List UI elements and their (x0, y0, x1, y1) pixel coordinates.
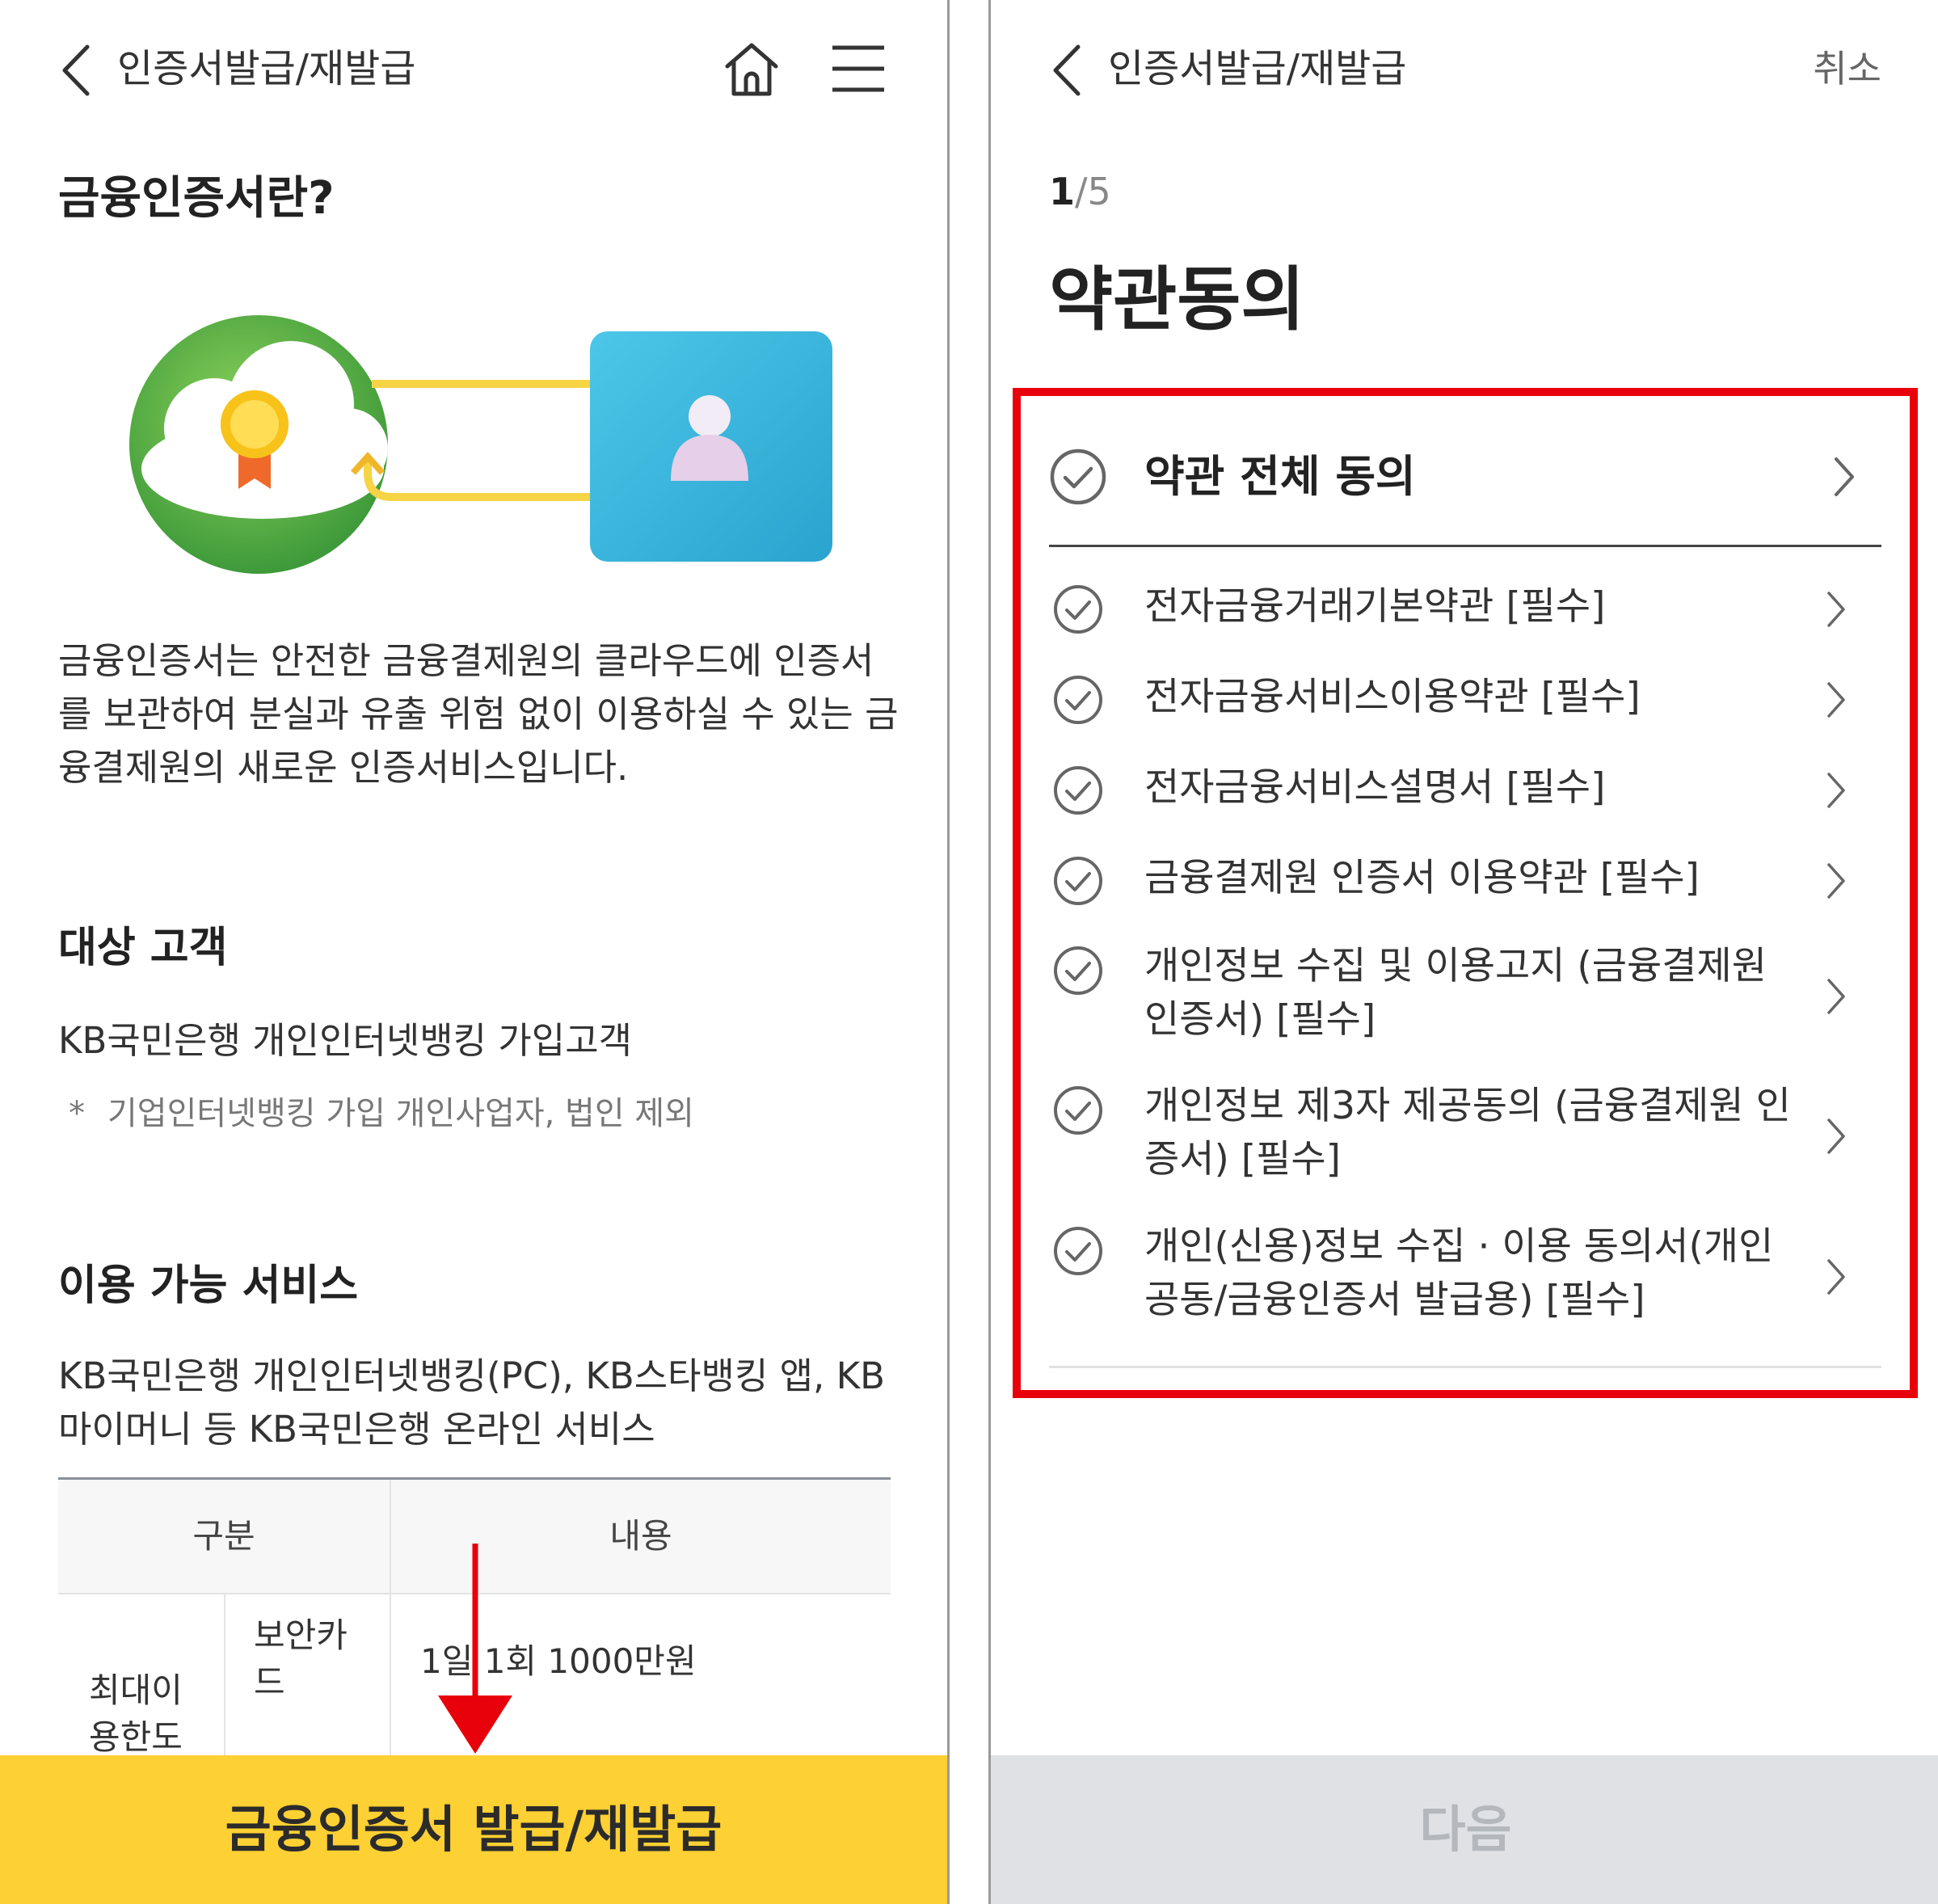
agree-all-row[interactable]: 약관 전체 동의 (1049, 443, 1881, 548)
next-button[interactable]: 다음 (991, 1755, 1938, 1904)
table-header-category: 구분 (192, 1516, 255, 1556)
back-icon[interactable] (1047, 42, 1088, 99)
chevron-right-icon[interactable] (1825, 771, 1847, 810)
asterisk-mark: * (69, 1095, 85, 1132)
check-circle-icon[interactable] (1052, 945, 1104, 996)
chevron-right-icon[interactable] (1825, 680, 1847, 719)
terms-end-divider (1049, 1366, 1881, 1368)
chevron-right-icon[interactable] (1825, 977, 1847, 1016)
header-title: 인증서발급/재발급 (117, 46, 416, 91)
chevron-right-icon[interactable] (1825, 1117, 1847, 1156)
step-total: 5 (1087, 170, 1111, 213)
check-circle-icon[interactable] (1049, 448, 1107, 506)
page-title: 금융인증서란? (58, 172, 335, 225)
services-heading: 이용 가능 서비스 (58, 1262, 359, 1310)
table-row-sub: 보안카드 (254, 1615, 348, 1702)
header-title: 인증서발급/재발급 (1108, 46, 1407, 91)
term-label: 개인정보 수집 및 이용고지 (금융결제원 인증서) [필수] (1144, 944, 1767, 1042)
table-divider (224, 1594, 225, 1756)
agree-all-label: 약관 전체 동의 (1144, 451, 1416, 502)
issue-certificate-button[interactable]: 금융인증서 발급/재발급 (0, 1755, 947, 1904)
target-note-text: 기업인터넷뱅킹 가입 개인사업자, 법인 제외 (107, 1095, 694, 1132)
target-text: KB국민은행 개인인터넷뱅킹 가입고객 (58, 1019, 632, 1062)
target-note: * 기업인터넷뱅킹 가입 개인사업자, 법인 제외 (69, 1087, 694, 1134)
check-circle-icon[interactable] (1052, 1085, 1104, 1136)
top-bar: 인증서발급/재발급 (0, 0, 947, 137)
step-separator: / (1075, 170, 1088, 213)
left-screen: 인증서발급/재발급 금융인증서란? 금융인증서는 안전한 금융결제원의 클라우드… (0, 0, 950, 1904)
chevron-right-icon[interactable] (1825, 861, 1847, 900)
check-circle-icon[interactable] (1052, 1225, 1104, 1277)
down-arrow-annotation (438, 1544, 512, 1754)
term-item[interactable]: 개인정보 제3자 제공동의 (금융결제원 인증서) [필수] (1049, 1080, 1881, 1193)
services-text: KB국민은행 개인인터넷뱅킹(PC), KB스타뱅킹 앱, KB 마이머니 등 … (58, 1354, 886, 1451)
right-screen: 인증서발급/재발급 취소 1/5 약관동의 약관 전체 동의 전자금융거래기본약… (988, 0, 1938, 1904)
term-label: 전자금융서비스설명서 [필수] (1144, 765, 1606, 810)
top-bar: 인증서발급/재발급 취소 (991, 0, 1938, 137)
panel-gap (950, 0, 988, 1904)
term-label: 전자금융거래기본약관 [필수] (1144, 584, 1606, 629)
back-icon[interactable] (57, 42, 97, 99)
term-label: 금융결제원 인증서 이용약관 [필수] (1144, 856, 1700, 900)
check-circle-icon[interactable] (1052, 855, 1104, 907)
cancel-button[interactable]: 취소 (1813, 40, 1881, 97)
check-circle-icon[interactable] (1052, 765, 1104, 816)
term-label: 전자금융서비스이용약관 [필수] (1144, 675, 1641, 719)
term-label: 개인정보 제3자 제공동의 (금융결제원 인증서) [필수] (1144, 1084, 1791, 1182)
term-label: 개인(신용)정보 수집 · 이용 동의서(개인 공동/금융인증서 발급용) [필… (1144, 1224, 1774, 1322)
term-item[interactable]: 전자금융서비스이용약관 [필수] (1049, 671, 1881, 735)
page-title: 약관동의 (1049, 259, 1305, 340)
certificate-illustration (129, 315, 832, 574)
term-item[interactable]: 전자금융서비스설명서 [필수] (1049, 761, 1881, 826)
term-item[interactable]: 개인(신용)정보 수집 · 이용 동의서(개인 공동/금융인증서 발급용) [필… (1049, 1220, 1881, 1333)
check-circle-icon[interactable] (1052, 583, 1104, 635)
table-divider (390, 1594, 391, 1756)
agree-all-divider (1049, 545, 1881, 547)
chevron-right-icon[interactable] (1825, 1257, 1847, 1296)
menu-icon[interactable] (831, 44, 886, 93)
chevron-right-icon[interactable] (1831, 456, 1857, 498)
home-icon[interactable] (721, 39, 782, 100)
term-item[interactable]: 금융결제원 인증서 이용약관 [필수] (1049, 852, 1881, 916)
target-heading: 대상 고객 (58, 924, 228, 972)
term-item[interactable]: 개인정보 수집 및 이용고지 (금융결제원 인증서) [필수] (1049, 940, 1881, 1053)
check-circle-icon[interactable] (1052, 674, 1104, 726)
step-indicator: 1/5 (1049, 170, 1111, 213)
term-item[interactable]: 전자금융거래기본약관 [필수] (1049, 580, 1881, 645)
table-row-group: 최대이용한도 (89, 1670, 183, 1757)
step-current: 1 (1049, 170, 1076, 213)
intro-description: 금융인증서는 안전한 금융결제원의 클라우드에 인증서를 보관하여 분실과 유출… (58, 639, 899, 789)
chevron-right-icon[interactable] (1825, 590, 1847, 629)
